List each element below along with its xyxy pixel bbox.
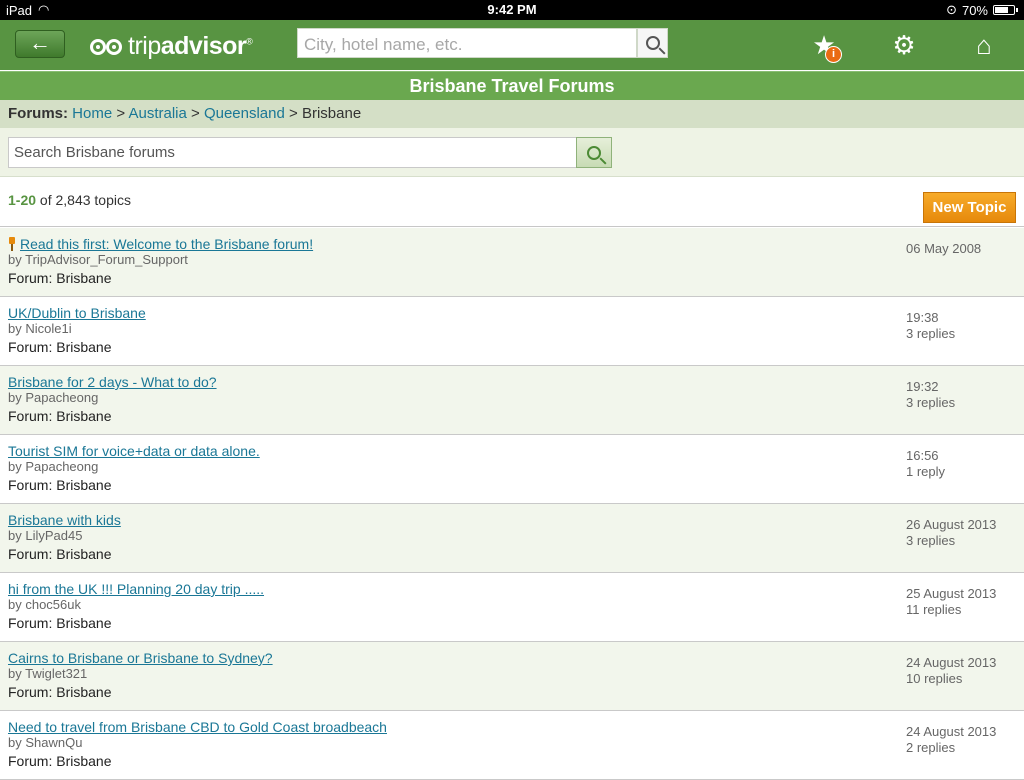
topic-title-link[interactable]: Brisbane for 2 days - What to do? (8, 374, 217, 390)
logo-advisor-text: advisor (160, 32, 247, 60)
topic-row[interactable]: Brisbane with kids by LilyPad45 Forum: B… (0, 504, 1024, 573)
topic-author: by Papacheong (8, 459, 99, 474)
topic-replies: 3 replies (906, 326, 956, 341)
location-search-input[interactable]: City, hotel name, etc. (297, 28, 637, 58)
topic-date: 16:56 (906, 448, 939, 463)
topic-title-link[interactable]: Brisbane with kids (8, 512, 121, 528)
topic-date: 19:32 (906, 379, 939, 394)
topic-title-link[interactable]: Read this first: Welcome to the Brisbane… (8, 236, 313, 252)
topic-forum: Forum: Brisbane (8, 408, 112, 424)
topic-date: 26 August 2013 (906, 517, 997, 532)
owl-logo-icon (90, 38, 122, 55)
search-icon (587, 145, 601, 160)
breadcrumb-separator: > (289, 105, 298, 122)
topic-date: 19:38 (906, 310, 939, 325)
breadcrumb-label: Forums: (8, 105, 68, 122)
topic-replies: 11 replies (906, 602, 962, 617)
home-icon[interactable]: ⌂ (969, 30, 999, 60)
topics-range: 1-20 (8, 192, 37, 208)
topic-author: by Twiglet321 (8, 666, 88, 681)
topic-title-link[interactable]: UK/Dublin to Brisbane (8, 305, 146, 321)
page-title: Brisbane Travel Forums (0, 71, 1024, 100)
breadcrumb: Forums: Home > Australia > Queensland > … (0, 100, 1024, 128)
notification-badge: i (825, 46, 842, 63)
topic-replies: 3 replies (906, 533, 956, 548)
topic-forum: Forum: Brisbane (8, 546, 112, 562)
top-nav: ← tripadvisor® City, hotel name, etc. ★ … (0, 20, 1024, 70)
topic-forum: Forum: Brisbane (8, 615, 112, 631)
topic-title-link[interactable]: hi from the UK !!! Planning 20 day trip … (8, 581, 264, 597)
topic-forum: Forum: Brisbane (8, 339, 112, 355)
logo-registered-mark: ® (246, 36, 253, 47)
topic-row[interactable]: Need to travel from Brisbane CBD to Gold… (0, 711, 1024, 780)
topic-row[interactable]: UK/Dublin to Brisbane by Nicole1i Forum:… (0, 297, 1024, 366)
breadcrumb-current: Brisbane (301, 105, 362, 122)
topic-row[interactable]: Brisbane for 2 days - What to do? by Pap… (0, 366, 1024, 435)
forum-search-bar: Search Brisbane forums (0, 128, 1024, 177)
topic-author: by choc56uk (8, 597, 81, 612)
breadcrumb-queensland[interactable]: Queensland (204, 105, 285, 122)
topic-replies: 1 reply (906, 464, 946, 479)
breadcrumb-australia[interactable]: Australia (128, 105, 186, 122)
topic-forum: Forum: Brisbane (8, 684, 112, 700)
topic-author: by TripAdvisor_Forum_Support (8, 252, 188, 267)
topic-author: by Papacheong (8, 390, 99, 405)
tripadvisor-logo[interactable]: tripadvisor® (90, 32, 253, 61)
battery-icon (993, 5, 1015, 15)
topic-author: by Nicole1i (8, 321, 72, 336)
new-topic-button[interactable]: New Topic (923, 192, 1016, 223)
status-bar: iPad ◠ 9:42 PM ⊙ 70% (0, 0, 1024, 20)
topic-author: by ShawnQu (8, 735, 83, 750)
breadcrumb-separator: > (116, 105, 126, 122)
topic-replies: 3 replies (906, 395, 956, 410)
location-search-button[interactable] (637, 28, 668, 58)
topic-date: 24 August 2013 (906, 724, 997, 739)
topic-title-link[interactable]: Cairns to Brisbane or Brisbane to Sydney… (8, 650, 273, 666)
topic-replies: 2 replies (906, 740, 956, 755)
topic-replies: 10 replies (906, 671, 963, 686)
topic-forum: Forum: Brisbane (8, 477, 112, 493)
breadcrumb-home[interactable]: Home (72, 105, 112, 122)
topic-row[interactable]: Cairns to Brisbane or Brisbane to Sydney… (0, 642, 1024, 711)
back-button[interactable]: ← (15, 30, 65, 58)
topic-row[interactable]: Tourist SIM for voice+data or data alone… (0, 435, 1024, 504)
topics-total: of 2,843 topics (36, 192, 131, 208)
breadcrumb-separator: > (191, 105, 200, 122)
forum-search-input[interactable]: Search Brisbane forums (8, 137, 577, 168)
status-time: 9:42 PM (487, 2, 537, 17)
search-icon (645, 36, 660, 50)
logo-trip-text: trip (128, 32, 161, 60)
lock-rotation-icon: ⊙ (946, 2, 957, 17)
topic-title-link[interactable]: Tourist SIM for voice+data or data alone… (8, 443, 260, 459)
topic-date: 25 August 2013 (906, 586, 997, 601)
topic-title-link[interactable]: Need to travel from Brisbane CBD to Gold… (8, 719, 387, 735)
topic-row[interactable]: hi from the UK !!! Planning 20 day trip … (0, 573, 1024, 642)
topic-date: 06 May 2008 (906, 241, 982, 256)
forum-search-button[interactable] (576, 137, 612, 168)
gear-icon[interactable]: ⚙ (889, 30, 919, 60)
topic-author: by LilyPad45 (8, 528, 83, 543)
topic-list: Read this first: Welcome to the Brisbane… (0, 228, 1024, 780)
topic-forum: Forum: Brisbane (8, 753, 112, 769)
topic-date: 24 August 2013 (906, 655, 997, 670)
topic-forum: Forum: Brisbane (8, 270, 112, 286)
topics-count-row: 1-20 of 2,843 topics New Topic (0, 177, 1024, 227)
topics-count: 1-20 of 2,843 topics (8, 192, 131, 208)
topic-row[interactable]: Read this first: Welcome to the Brisbane… (0, 228, 1024, 297)
battery-percent: 70% (961, 2, 988, 18)
pin-icon (8, 237, 16, 251)
